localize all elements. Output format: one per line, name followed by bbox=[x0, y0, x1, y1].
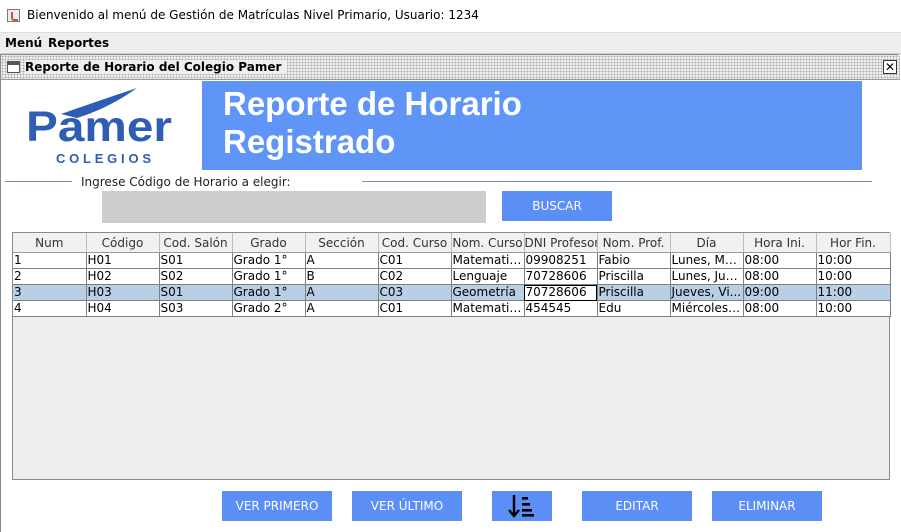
window-titlebar: Bienvenido al menú de Gestión de Matrícu… bbox=[0, 0, 901, 32]
column-header[interactable]: Num bbox=[13, 233, 87, 253]
table-cell[interactable]: H02 bbox=[86, 268, 160, 285]
table-cell[interactable]: Grado 1° bbox=[232, 268, 306, 285]
column-header[interactable]: DNI Profesor bbox=[524, 233, 598, 253]
logo-brand-text: Pamer bbox=[26, 103, 172, 151]
table-cell[interactable]: 2 bbox=[13, 268, 87, 285]
table-cell[interactable]: Lunes, Mar... bbox=[670, 252, 744, 269]
table-cell[interactable]: Grado 2° bbox=[232, 300, 306, 317]
table-cell[interactable]: Lenguaje bbox=[451, 268, 525, 285]
table-cell[interactable]: 10:00 bbox=[816, 300, 891, 317]
table-cell[interactable]: 10:00 bbox=[816, 268, 891, 285]
table-cell[interactable]: Jueves, Vi... bbox=[670, 284, 744, 301]
column-header[interactable]: Nom. Curso bbox=[451, 233, 525, 253]
table-cell[interactable]: S03 bbox=[159, 300, 233, 317]
table-cell[interactable]: B bbox=[305, 268, 379, 285]
table-cell[interactable]: H03 bbox=[86, 284, 160, 301]
table-cell[interactable]: 454545 bbox=[524, 300, 598, 317]
table-cell[interactable]: 08:00 bbox=[743, 268, 817, 285]
internal-frame-title: Reporte de Horario del Colegio Pamer bbox=[25, 60, 288, 74]
pamer-logo: Pamer COLEGIOS bbox=[26, 88, 172, 166]
table-cell[interactable]: Lunes, Jue... bbox=[670, 268, 744, 285]
table-cell[interactable]: Priscilla bbox=[597, 284, 671, 301]
column-header[interactable]: Sección bbox=[305, 233, 379, 253]
sort-descending-icon bbox=[508, 495, 534, 518]
column-header[interactable]: Cod. Curso bbox=[378, 233, 452, 253]
page-title-line1: Reporte de Horario bbox=[223, 85, 522, 122]
table-cell[interactable]: 10:00 bbox=[816, 252, 891, 269]
schedule-table[interactable]: Num Código Cod. Salón Grado Sección Cod.… bbox=[12, 232, 891, 480]
table-cell[interactable]: Matematicas bbox=[451, 300, 525, 317]
table-cell[interactable]: S01 bbox=[159, 252, 233, 269]
table-cell[interactable]: Fabio bbox=[597, 252, 671, 269]
table-cell[interactable]: Geometría bbox=[451, 284, 525, 301]
view-last-button[interactable]: VER ÚLTIMO bbox=[352, 491, 462, 521]
java-app-icon bbox=[7, 9, 20, 22]
table-cell[interactable]: Priscilla bbox=[597, 268, 671, 285]
table-cell[interactable]: Edu bbox=[597, 300, 671, 317]
frame-icon bbox=[7, 61, 20, 73]
table-cell[interactable]: C01 bbox=[378, 252, 452, 269]
column-header[interactable]: Día bbox=[670, 233, 744, 253]
table-cell[interactable]: Grado 1° bbox=[232, 252, 306, 269]
page-title: Reporte de Horario Registrado bbox=[223, 85, 522, 161]
table-cell[interactable]: Miércoles, ... bbox=[670, 300, 744, 317]
sort-button[interactable] bbox=[492, 491, 552, 521]
table-cell[interactable]: C02 bbox=[378, 268, 452, 285]
column-header[interactable]: Grado bbox=[232, 233, 306, 253]
menu-bar: Menú Reportes bbox=[0, 33, 901, 54]
table-cell[interactable]: H01 bbox=[86, 252, 160, 269]
table-cell[interactable]: A bbox=[305, 252, 379, 269]
table-cell[interactable]: Matematicas bbox=[451, 252, 525, 269]
table-cell[interactable]: S02 bbox=[159, 268, 233, 285]
column-header[interactable]: Hor Fin. bbox=[816, 233, 891, 253]
column-header[interactable]: Cod. Salón bbox=[159, 233, 233, 253]
table-cell[interactable]: 70728606 bbox=[524, 268, 598, 285]
column-header[interactable]: Nom. Prof. bbox=[597, 233, 671, 253]
table-cell[interactable]: A bbox=[305, 284, 379, 301]
table-cell[interactable]: 11:00 bbox=[816, 284, 891, 301]
menu-item-menu[interactable]: Menú bbox=[5, 36, 42, 50]
separator-left bbox=[5, 181, 72, 182]
table-cell[interactable]: Grado 1° bbox=[232, 284, 306, 301]
table-cell[interactable]: 08:00 bbox=[743, 300, 817, 317]
window-title: Bienvenido al menú de Gestión de Matrícu… bbox=[27, 8, 479, 22]
table-cell[interactable]: A bbox=[305, 300, 379, 317]
search-label: Ingrese Código de Horario a elegir: bbox=[81, 175, 291, 189]
internal-frame-titlebar[interactable]: Reporte de Horario del Colegio Pamer ✕ bbox=[1, 55, 900, 80]
table-cell[interactable]: 3 bbox=[13, 284, 87, 301]
close-icon[interactable]: ✕ bbox=[883, 60, 897, 74]
table-row[interactable]: 1 H01 S01 Grado 1° A C01 Matematicas 099… bbox=[13, 252, 891, 269]
column-header[interactable]: Hora Ini. bbox=[743, 233, 817, 253]
search-button[interactable]: BUSCAR bbox=[502, 191, 612, 221]
separator-right bbox=[362, 181, 872, 182]
table-cell[interactable]: 4 bbox=[13, 300, 87, 317]
column-header[interactable]: Código bbox=[86, 233, 160, 253]
menu-item-reportes[interactable]: Reportes bbox=[48, 36, 109, 50]
table-header-row: Num Código Cod. Salón Grado Sección Cod.… bbox=[13, 233, 891, 253]
table-cell[interactable]: 09908251 bbox=[524, 252, 598, 269]
table-cell[interactable]: 1 bbox=[13, 252, 87, 269]
page-title-line2: Registrado bbox=[223, 123, 396, 160]
table-cell[interactable]: H04 bbox=[86, 300, 160, 317]
table-cell[interactable]: 09:00 bbox=[743, 284, 817, 301]
table-row-selected[interactable]: 3 H03 S01 Grado 1° A C03 Geometría 70728… bbox=[13, 284, 891, 301]
table-row[interactable]: 4 H04 S03 Grado 2° A C01 Matematicas 454… bbox=[13, 300, 891, 317]
table-cell[interactable]: C01 bbox=[378, 300, 452, 317]
table-cell[interactable]: 08:00 bbox=[743, 252, 817, 269]
search-input[interactable] bbox=[102, 191, 486, 223]
logo-subtitle-text: COLEGIOS bbox=[56, 151, 151, 166]
table-cell-focused[interactable]: 70728606 bbox=[524, 284, 598, 301]
table-cell[interactable]: S01 bbox=[159, 284, 233, 301]
table-row[interactable]: 2 H02 S02 Grado 1° B C02 Lenguaje 707286… bbox=[13, 268, 891, 285]
edit-button[interactable]: EDITAR bbox=[582, 491, 692, 521]
header-banner: Reporte de Horario Registrado bbox=[202, 81, 862, 170]
table-cell[interactable]: C03 bbox=[378, 284, 452, 301]
view-first-button[interactable]: VER PRIMERO bbox=[222, 491, 332, 521]
delete-button[interactable]: ELIMINAR bbox=[712, 491, 822, 521]
